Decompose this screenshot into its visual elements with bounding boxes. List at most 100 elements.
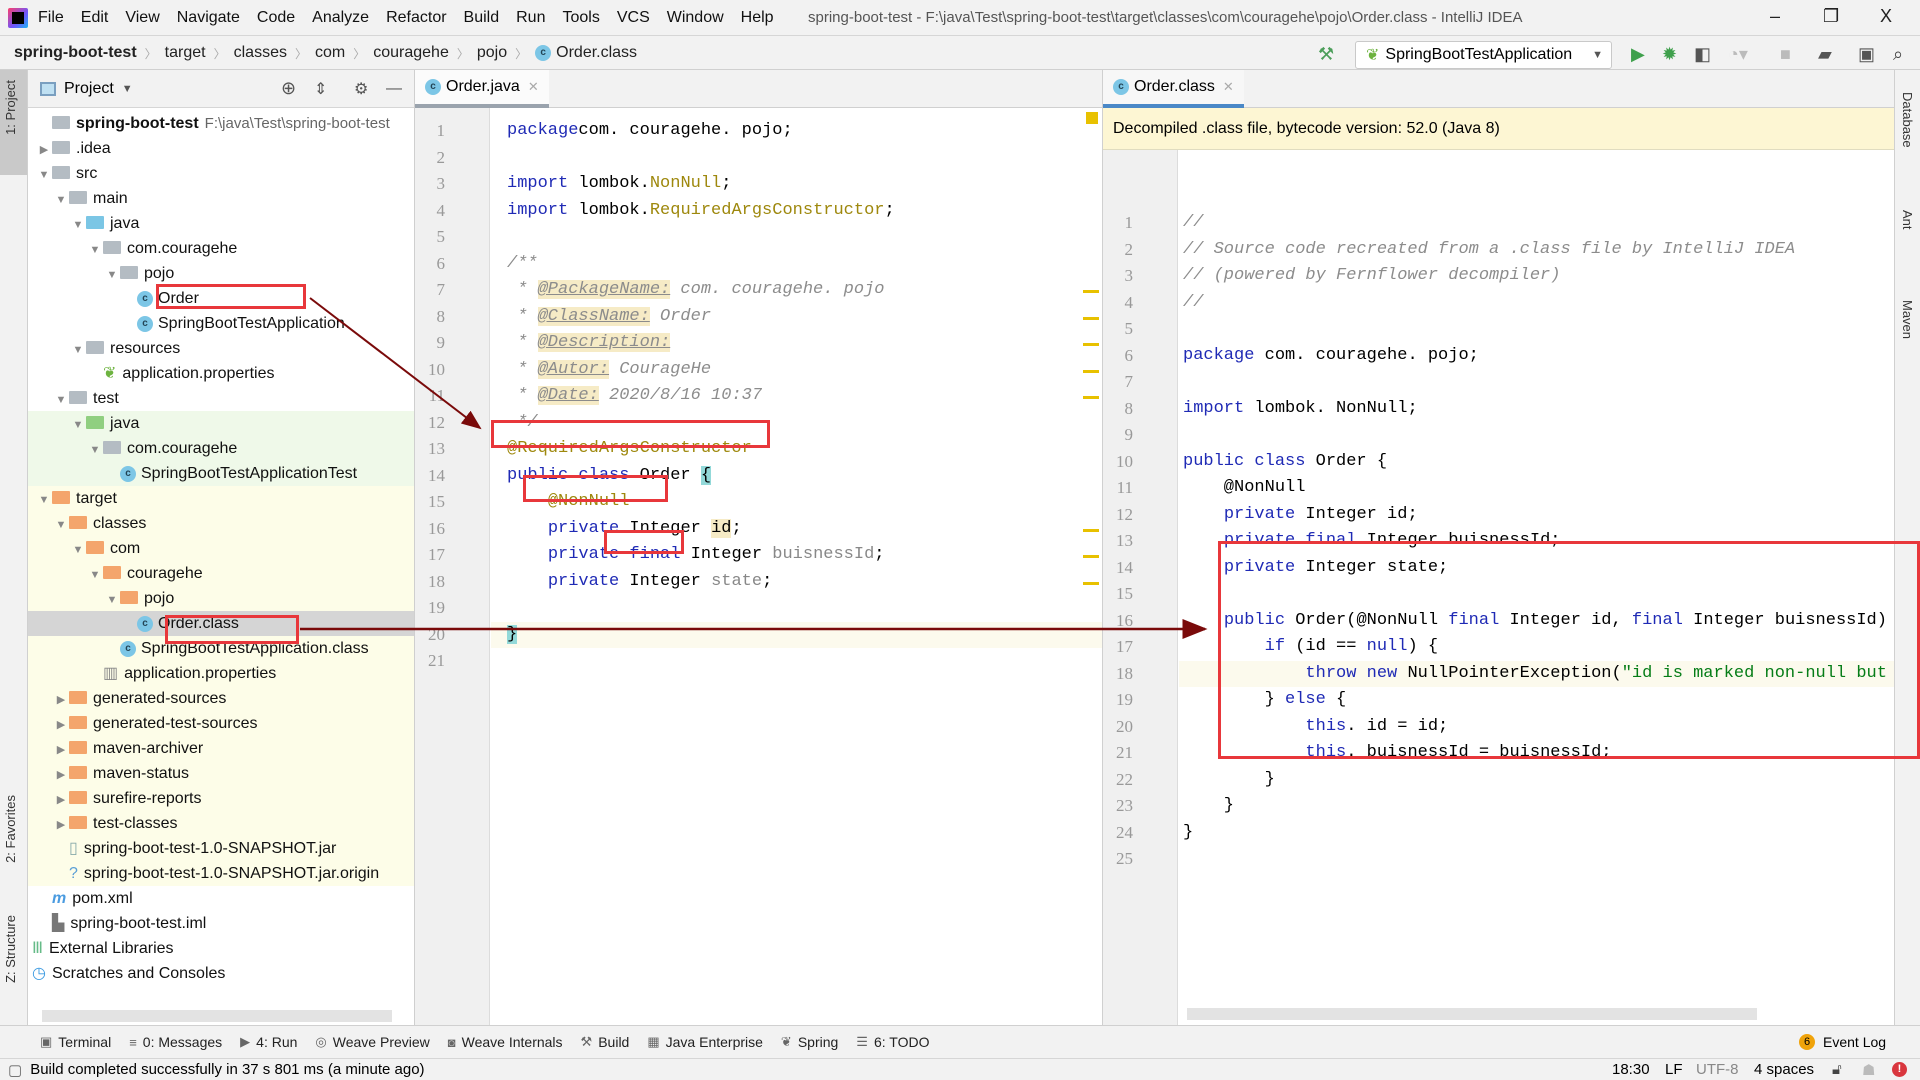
expand-open-icon[interactable]: ▼	[53, 188, 69, 213]
lock-icon[interactable]: 🔓︎	[1832, 1061, 1842, 1078]
collapse-all-icon[interactable]: ⇕	[314, 79, 327, 99]
file-encoding[interactable]: UTF-8	[1696, 1061, 1739, 1078]
menu-navigate[interactable]: Navigate	[177, 9, 240, 27]
tool-window-0-messages[interactable]: ≡ 0: Messages	[129, 1034, 222, 1050]
indent-setting[interactable]: 4 spaces	[1754, 1061, 1814, 1078]
tool-window-spring[interactable]: ❦ Spring	[781, 1034, 838, 1050]
tree-item[interactable]: ◷ Scratches and Consoles	[28, 961, 414, 986]
expand-open-icon[interactable]: ▼	[70, 538, 86, 563]
profile-icon[interactable]: ◔▾	[1728, 44, 1748, 65]
expand-open-icon[interactable]: ▼	[36, 488, 52, 513]
warning-stripe-marker[interactable]	[1083, 290, 1099, 293]
warning-stripe-marker[interactable]	[1083, 316, 1099, 320]
tree-item[interactable]: spring-boot-test F:\java\Test\spring-boot…	[28, 111, 414, 136]
minimize-button[interactable]: –	[1770, 6, 1780, 27]
expand-open-icon[interactable]: ▼	[70, 213, 86, 238]
tree-item[interactable]: ▶ generated-sources	[28, 686, 414, 711]
expand-open-icon[interactable]: ▼	[87, 563, 103, 588]
warning-stripe-marker[interactable]	[1083, 581, 1099, 585]
status-toggle-icon[interactable]: ▢	[8, 1061, 22, 1079]
tool-window-weave-internals[interactable]: ◙ Weave Internals	[448, 1034, 563, 1050]
tree-item[interactable]: ▶ generated-test-sources	[28, 711, 414, 736]
breadcrumb-classes[interactable]: classes	[234, 44, 287, 62]
tree-item[interactable]: ▼ classes	[28, 511, 414, 536]
expand-open-icon[interactable]: ▼	[70, 338, 86, 363]
tree-item[interactable]: ▼ pojo	[28, 261, 414, 286]
run-icon[interactable]: ▶	[1631, 44, 1645, 65]
expand-open-icon[interactable]: ▼	[104, 263, 120, 288]
tool-window-build[interactable]: ⚒ Build	[581, 1034, 630, 1050]
run-configuration-select[interactable]: ❦ SpringBootTestApplication ▼	[1355, 41, 1612, 69]
tree-item[interactable]: m pom.xml	[28, 886, 414, 911]
line-separator[interactable]: LF	[1665, 1061, 1683, 1078]
tree-item[interactable]: ▼ resources	[28, 336, 414, 361]
hide-panel-icon[interactable]: —	[386, 80, 402, 98]
menu-refactor[interactable]: Refactor	[386, 9, 446, 27]
tree-item[interactable]: ▼ com	[28, 536, 414, 561]
breadcrumb-pojo[interactable]: pojo	[477, 44, 507, 62]
tab-order-java[interactable]: c Order.java ✕	[415, 70, 549, 108]
run-window-icon[interactable]: ▣	[1858, 44, 1875, 65]
tree-item[interactable]: ▶ maven-archiver	[28, 736, 414, 761]
expand-closed-icon[interactable]: ▶	[53, 813, 69, 838]
tree-item[interactable]: ? spring-boot-test-1.0-SNAPSHOT.jar.origi…	[28, 861, 414, 886]
warning-stripe-marker[interactable]	[1083, 396, 1099, 399]
error-icon[interactable]: !	[1892, 1062, 1907, 1077]
tree-item[interactable]: ▶ maven-status	[28, 761, 414, 786]
chevron-down-icon[interactable]: ▼	[122, 83, 133, 95]
breadcrumb-com[interactable]: com	[315, 44, 345, 62]
tree-item[interactable]: ▼ java	[28, 411, 414, 436]
expand-open-icon[interactable]: ▼	[87, 438, 103, 463]
structure-tool-tab[interactable]: Z: Structure	[3, 915, 18, 983]
gear-icon[interactable]: ⚙	[354, 79, 368, 99]
tree-item[interactable]: ❦ application.properties	[28, 361, 414, 386]
status-message[interactable]: Build completed successfully in 37 s 801…	[30, 1061, 424, 1078]
menu-build[interactable]: Build	[464, 9, 500, 27]
menu-window[interactable]: Window	[667, 9, 724, 27]
menu-tools[interactable]: Tools	[562, 9, 599, 27]
tool-window-6-todo[interactable]: ☰ 6: TODO	[856, 1034, 929, 1050]
breadcrumb-file[interactable]: Order.class	[556, 44, 637, 62]
expand-open-icon[interactable]: ▼	[87, 238, 103, 263]
tree-item[interactable]: c SpringBootTestApplication	[28, 311, 414, 336]
tree-item[interactable]: ▼ test	[28, 386, 414, 411]
tree-item[interactable]: Ⅲ External Libraries	[28, 936, 414, 961]
expand-closed-icon[interactable]: ▶	[53, 738, 69, 763]
breadcrumb-couragehe[interactable]: couragehe	[373, 44, 449, 62]
debug-icon[interactable]: ✹	[1662, 44, 1677, 65]
menu-edit[interactable]: Edit	[81, 9, 109, 27]
locate-icon[interactable]: ⊕	[281, 78, 296, 99]
tree-item[interactable]: ▼ com.couragehe	[28, 436, 414, 461]
menu-analyze[interactable]: Analyze	[312, 9, 369, 27]
favorites-tool-tab[interactable]: 2: Favorites	[3, 795, 18, 863]
inspection-warning-icon[interactable]	[1086, 112, 1098, 124]
menu-vcs[interactable]: VCS	[617, 9, 650, 27]
warning-stripe-marker[interactable]	[1083, 343, 1099, 346]
project-tool-tab[interactable]: 1: Project	[3, 80, 18, 135]
warning-stripe-marker[interactable]	[1083, 369, 1099, 373]
database-tool-tab[interactable]: Database	[1900, 92, 1915, 148]
tree-item[interactable]: ▶ .idea	[28, 136, 414, 161]
project-structure-icon[interactable]: ▰	[1818, 44, 1832, 65]
horizontal-scrollbar[interactable]	[42, 1010, 392, 1022]
tree-item[interactable]: ▼ target	[28, 486, 414, 511]
tree-item[interactable]: ▥ application.properties	[28, 661, 414, 686]
menu-view[interactable]: View	[125, 9, 159, 27]
tab-order-class[interactable]: c Order.class ✕	[1103, 70, 1244, 108]
horizontal-scrollbar[interactable]	[1187, 1008, 1757, 1020]
expand-closed-icon[interactable]: ▶	[36, 138, 52, 163]
caret-position[interactable]: 18:30	[1612, 1061, 1650, 1078]
breadcrumb-project[interactable]: spring-boot-test	[14, 44, 137, 62]
expand-open-icon[interactable]: ▼	[53, 388, 69, 413]
stop-icon[interactable]: ■	[1780, 44, 1791, 65]
menu-run[interactable]: Run	[516, 9, 545, 27]
warning-stripe-marker[interactable]	[1083, 555, 1099, 558]
expand-closed-icon[interactable]: ▶	[53, 763, 69, 788]
expand-open-icon[interactable]: ▼	[70, 413, 86, 438]
expand-closed-icon[interactable]: ▶	[53, 788, 69, 813]
tree-item[interactable]: ▯ spring-boot-test-1.0-SNAPSHOT.jar	[28, 836, 414, 861]
tree-item[interactable]: ▼ main	[28, 186, 414, 211]
maximize-button[interactable]: ❐	[1823, 6, 1839, 27]
tree-item[interactable]: ▼ src	[28, 161, 414, 186]
warning-stripe-marker[interactable]	[1083, 528, 1099, 532]
